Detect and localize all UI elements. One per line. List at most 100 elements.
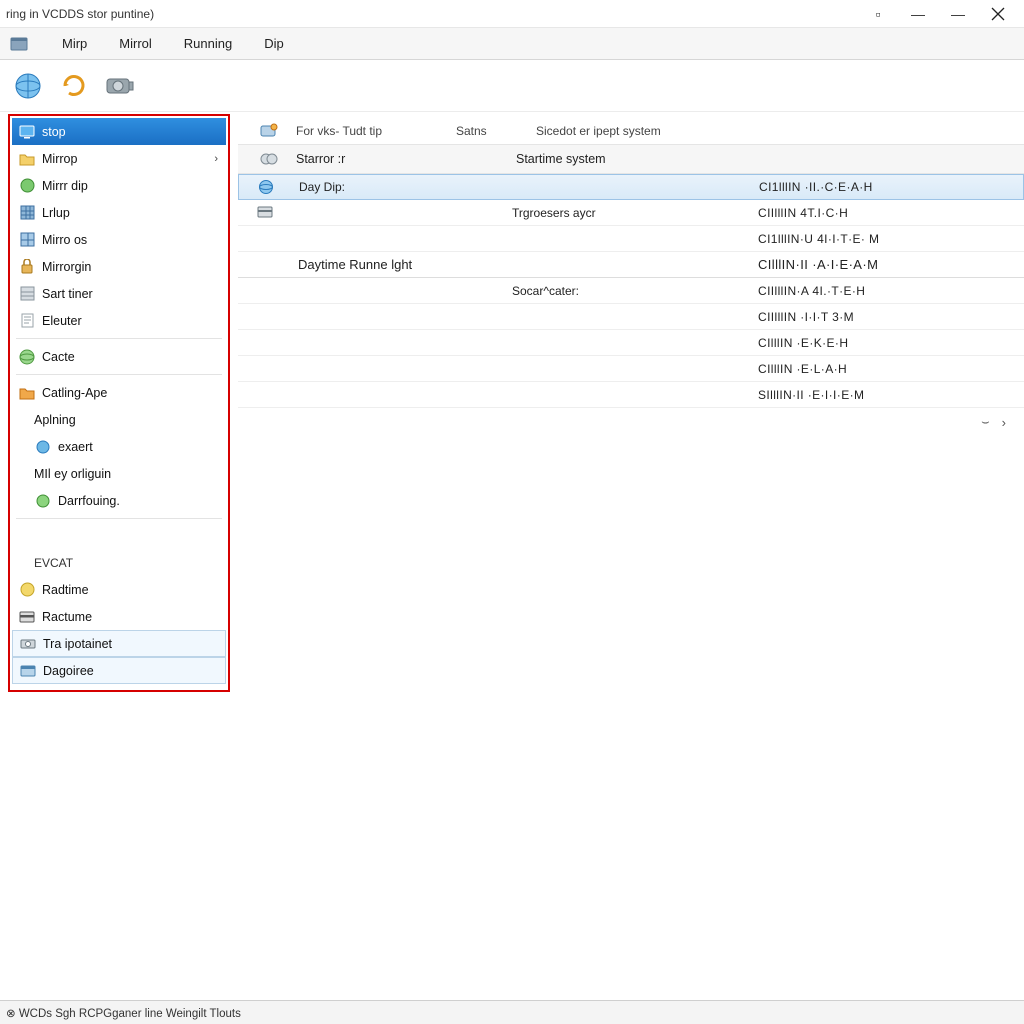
globe-green-icon: [18, 348, 36, 366]
sidebar-label: exaert: [58, 440, 93, 454]
menubar: Mirp Mirrol Running Dip: [0, 28, 1024, 60]
table-row[interactable]: Day Dip:CI1lllIN ·II.·C·E·A·H: [238, 174, 1024, 200]
minimize-button[interactable]: —: [898, 3, 938, 25]
section-row: Daytime Runne lghtCIlllIN·II ·A·I·E·A·M: [238, 252, 1024, 278]
table-row[interactable]: CIlllIN ·E·L·A·H: [238, 356, 1024, 382]
row-code: CIIlllIN ·I·I·T 3·M: [758, 310, 1024, 324]
sidebar-item-radtime[interactable]: Radtime: [12, 576, 226, 603]
sidebar-item-cacte[interactable]: Cacte: [12, 343, 226, 370]
table-row[interactable]: Trgroesers aycrCIIlllIN 4T.I·C·H: [238, 200, 1024, 226]
section-title: Daytime Runne lght: [292, 257, 758, 272]
card-icon: [18, 608, 36, 626]
sidebar-item-exaert[interactable]: exaert: [12, 433, 226, 460]
card-small-icon: [238, 206, 292, 219]
statusbar: ⊗ WCDs Sgh RCPGganer line Weingilt Tlout…: [0, 1000, 1024, 1024]
sidebar-label: Dagoiree: [43, 664, 94, 678]
table-row[interactable]: CIIlllIN ·I·I·T 3·M: [238, 304, 1024, 330]
sidebar-label: Tra ipotainet: [43, 637, 112, 651]
toolbar-refresh-button[interactable]: [56, 68, 92, 104]
grid-icon: [18, 204, 36, 222]
sidebar-item-stop[interactable]: stop: [12, 118, 226, 145]
table-row[interactable]: Socar^cater:CIIlllIN·A 4I.·T·E·H: [238, 278, 1024, 304]
sidebar-item-mirrop[interactable]: Mirrop ›: [12, 145, 226, 172]
status-text: ⊗ WCDs Sgh RCPGganer line Weingilt Tlout…: [6, 1006, 241, 1020]
sidebar-separator: [16, 518, 222, 519]
maximize-button[interactable]: —: [938, 3, 978, 25]
panel-icon: [19, 662, 37, 680]
column-headers: For vks- Tudt tip Satns Sicedot er ipept…: [238, 118, 1024, 144]
sidebar-label: Mirrop: [42, 152, 77, 166]
row-desc: Socar^cater:: [512, 284, 758, 298]
disc-green-icon: [18, 177, 36, 195]
toolbar: [0, 60, 1024, 112]
pager: ⌣ ›: [238, 408, 1024, 436]
sidebar-label: Sart tiner: [42, 287, 93, 301]
toolbar-globe-button[interactable]: [10, 68, 46, 104]
sidebar-label: Darrfouing.: [58, 494, 120, 508]
sidebar-item-traipotainet[interactable]: Tra ipotainet: [12, 630, 226, 657]
sidebar-item-lrlup[interactable]: Lrlup: [12, 199, 226, 226]
sidebar-item-aplning[interactable]: Aplning: [12, 406, 226, 433]
row-code: CIIlllIN·A 4I.·T·E·H: [758, 284, 1024, 298]
close-button[interactable]: [978, 3, 1018, 25]
row-code: CI1lllIN ·II.·C·E·A·H: [759, 180, 1023, 194]
titlebar: ring in VCDDS stor puntine) ▫ — —: [0, 0, 1024, 28]
grid-gray-icon: [18, 285, 36, 303]
column-1-label[interactable]: For vks- Tudt tip: [296, 124, 456, 138]
header-icon: [242, 122, 296, 140]
table-row[interactable]: CI1lllIN·U 4I·I·T·E· M: [238, 226, 1024, 252]
table-row[interactable]: CIlllIN ·E·K·E·H: [238, 330, 1024, 356]
toolbar-camera-button[interactable]: [102, 68, 138, 104]
globe-yellow-icon: [18, 581, 36, 599]
sidebar-item-ractume[interactable]: Ractume: [12, 603, 226, 630]
pager-next[interactable]: ›: [1002, 415, 1006, 430]
sidebar-label: Eleuter: [42, 314, 82, 328]
menu-item-2[interactable]: Running: [168, 28, 248, 59]
sidebar-label: Mirrorgin: [42, 260, 91, 274]
monitor-icon: [18, 123, 36, 141]
aux-window-button[interactable]: ▫: [858, 3, 898, 25]
sidebar-label: Lrlup: [42, 206, 70, 220]
row-code: CIlllIN ·E·K·E·H: [758, 336, 1024, 350]
sidebar-label: stop: [42, 125, 66, 139]
sidebar-item-dagoiree[interactable]: Dagoiree: [12, 657, 226, 684]
sidebar-item-sarttiner[interactable]: Sart tiner: [12, 280, 226, 307]
menu-item-0[interactable]: Mirp: [46, 28, 103, 59]
sidebar-separator: [16, 374, 222, 375]
pager-prev[interactable]: ⌣: [981, 414, 990, 430]
globe-blue-icon: [34, 438, 52, 456]
doc-icon: [18, 312, 36, 330]
sidebar-item-eleuter[interactable]: Eleuter: [12, 307, 226, 334]
subheader-left: Starror :r: [296, 152, 516, 166]
row-code: SIlllIN·II ·E·I·I·E·M: [758, 388, 1024, 402]
menu-item-3[interactable]: Dip: [248, 28, 300, 59]
sidebar-label: Mirro os: [42, 233, 87, 247]
subheader-row: Starror :r Startime system: [238, 144, 1024, 174]
column-2-label[interactable]: Satns: [456, 124, 536, 138]
sidebar-item-mirroos[interactable]: Mirro os: [12, 226, 226, 253]
row-code: CIIlllIN 4T.I·C·H: [758, 206, 1024, 220]
folder-orange-icon: [18, 384, 36, 402]
column-3-label[interactable]: Sicedot er ipept system: [536, 124, 1024, 138]
row-code: CIlllIN·II ·A·I·E·A·M: [758, 257, 1024, 272]
sidebar-item-mirrorgin[interactable]: Mirrorgin: [12, 253, 226, 280]
drive-icon: [19, 635, 37, 653]
sidebar-item-darrfouing[interactable]: Darrfouing.: [12, 487, 226, 514]
sidebar-label: Radtime: [42, 583, 89, 597]
subheader-right: Startime system: [516, 152, 1024, 166]
app-menu-icon[interactable]: [6, 28, 32, 59]
sidebar-label: Ractume: [42, 610, 92, 624]
sidebar-label: MIl ey orliguin: [34, 467, 111, 481]
sidebar-label: Cacte: [42, 350, 75, 364]
main-panel: For vks- Tudt tip Satns Sicedot er ipept…: [238, 112, 1024, 1000]
sidebar-label: Aplning: [34, 413, 76, 427]
sidebar-item-mirrrdip[interactable]: Mirrr dip: [12, 172, 226, 199]
grid-blue-icon: [18, 231, 36, 249]
sidebar-item-catlingape[interactable]: Catling-Ape: [12, 379, 226, 406]
rows-container: Day Dip:CI1lllIN ·II.·C·E·A·HTrgroesers …: [238, 174, 1024, 408]
row-code: CIlllIN ·E·L·A·H: [758, 362, 1024, 376]
sidebar-item-mileyorliguin[interactable]: MIl ey orliguin: [12, 460, 226, 487]
subheader-icon: [242, 150, 296, 168]
menu-item-1[interactable]: Mirrol: [103, 28, 168, 59]
table-row[interactable]: SIlllIN·II ·E·I·I·E·M: [238, 382, 1024, 408]
